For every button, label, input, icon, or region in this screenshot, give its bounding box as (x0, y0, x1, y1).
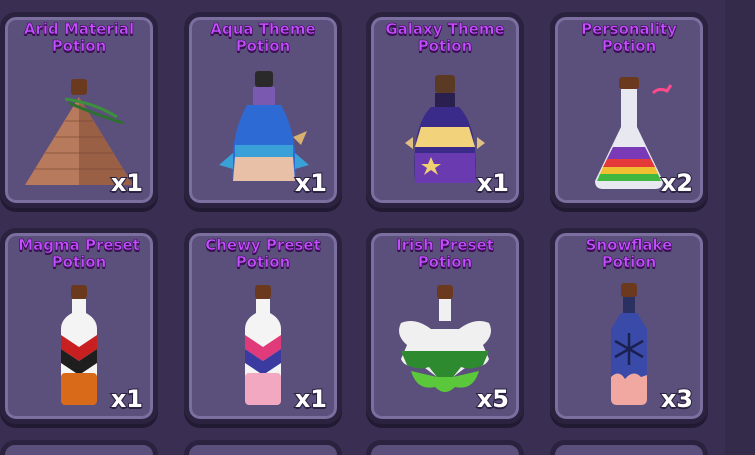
scroll-edge (725, 0, 755, 455)
item-count: x3 (660, 384, 694, 414)
item-title: Arid Material Potion (23, 20, 135, 55)
item-count: x5 (476, 384, 510, 414)
item-title: Magma Preset Potion (18, 236, 140, 271)
item-card-personality-potion[interactable]: Personality Potion x2 (550, 12, 708, 208)
item-card-arid-material-potion[interactable]: Arid Material Potion x1 (0, 12, 158, 208)
item-card-irish-preset-potion[interactable]: Irish Preset Potion x5 (366, 228, 524, 424)
inventory-grid: Arid Material Potion x1 Aqua Theme Potio… (0, 0, 755, 455)
item-card-partial[interactable] (184, 440, 342, 455)
item-count: x1 (476, 168, 510, 198)
item-title: Aqua Theme Potion (210, 20, 316, 55)
item-title: Galaxy Theme Potion (385, 20, 505, 55)
item-card-partial[interactable] (550, 440, 708, 455)
item-card-chewy-preset-potion[interactable]: Chewy Preset Potion x1 (184, 228, 342, 424)
item-card-partial[interactable] (366, 440, 524, 455)
item-count: x1 (110, 384, 144, 414)
item-title: Personality Potion (581, 20, 677, 55)
item-count: x1 (294, 168, 328, 198)
item-count: x1 (294, 384, 328, 414)
item-title: Chewy Preset Potion (205, 236, 321, 271)
item-title: Irish Preset Potion (396, 236, 494, 271)
item-card-partial[interactable] (0, 440, 158, 455)
item-card-magma-preset-potion[interactable]: Magma Preset Potion x1 (0, 228, 158, 424)
item-count: x2 (660, 168, 694, 198)
item-title: Snowflake Potion (585, 236, 673, 271)
item-card-aqua-theme-potion[interactable]: Aqua Theme Potion x1 (184, 12, 342, 208)
item-card-galaxy-theme-potion[interactable]: Galaxy Theme Potion x1 (366, 12, 524, 208)
item-card-snowflake-potion[interactable]: Snowflake Potion x3 (550, 228, 708, 424)
item-count: x1 (110, 168, 144, 198)
